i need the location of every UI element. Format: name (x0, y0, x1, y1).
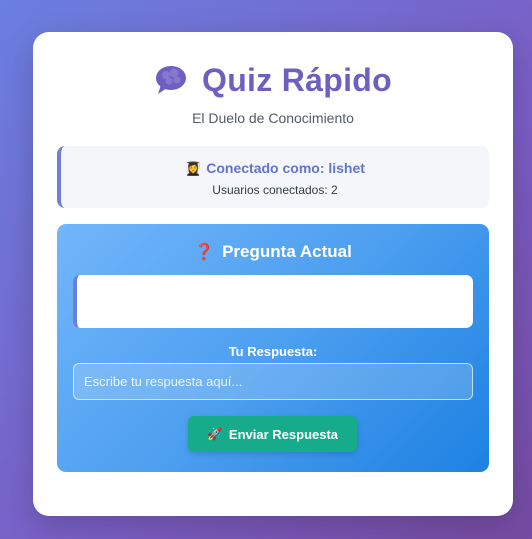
graduate-icon: 👩‍🎓 (185, 160, 202, 176)
header: Quiz Rápido El Duelo de Conocimiento (33, 60, 513, 126)
connected-user-label: Conectado como: lishet (206, 160, 365, 176)
question-heading-row: ❓ Pregunta Actual (57, 242, 489, 262)
users-connected-count: Usuarios conectados: 2 (212, 183, 338, 197)
page-title: Quiz Rápido (202, 61, 392, 98)
connected-user-row: 👩‍🎓 Conectado como: lishet (61, 160, 489, 176)
question-text-box (73, 275, 473, 328)
question-panel: ❓ Pregunta Actual Tu Respuesta: 🚀 Enviar… (57, 224, 489, 472)
submit-answer-button[interactable]: 🚀 Enviar Respuesta (188, 416, 357, 452)
answer-input[interactable] (73, 363, 473, 400)
quiz-card: Quiz Rápido El Duelo de Conocimiento 👩‍🎓… (33, 32, 513, 516)
question-mark-icon: ❓ (194, 244, 215, 261)
page-subtitle: El Duelo de Conocimiento (192, 110, 354, 126)
connection-status: 👩‍🎓 Conectado como: lishet Usuarios cone… (57, 146, 489, 208)
question-heading: Pregunta Actual (222, 242, 352, 261)
answer-label: Tu Respuesta: (228, 344, 318, 359)
title-row: Quiz Rápido (33, 60, 513, 100)
submit-answer-label: Enviar Respuesta (228, 426, 339, 442)
brain-icon (154, 63, 188, 97)
rocket-icon: 🚀 (206, 427, 222, 441)
